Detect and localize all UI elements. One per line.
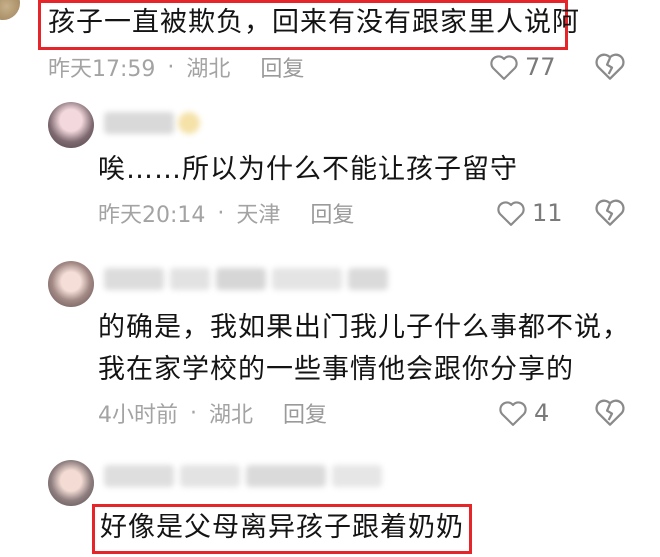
avatar[interactable] xyxy=(48,102,94,148)
comment-2-time: 昨天20:14 xyxy=(98,203,206,228)
comment-1-reply-button[interactable]: 回复 xyxy=(260,51,304,83)
username-blurred[interactable] xyxy=(104,465,382,487)
comment-2-meta: 昨天20:14 · 天津 回复 xyxy=(98,197,354,229)
broken-heart-icon[interactable] xyxy=(594,51,626,81)
username-blurred[interactable] xyxy=(104,268,388,290)
comment-1-text: 孩子一直被欺负，回来有没有跟家里人说阿 xyxy=(48,7,580,38)
comment-2-reply-button[interactable]: 回复 xyxy=(310,197,354,229)
comment-3-like-count: 4 xyxy=(534,399,550,427)
broken-heart-icon[interactable] xyxy=(594,197,626,227)
username-blurred[interactable] xyxy=(104,112,200,134)
comment-2-text: 唉……所以为什么不能让孩子留守 xyxy=(98,154,518,185)
comment-3-like-button[interactable]: 4 xyxy=(498,396,549,430)
heart-icon xyxy=(499,401,527,426)
comment-3-time: 4小时前 xyxy=(98,403,178,428)
comment-3-location: 湖北 xyxy=(209,403,254,428)
heart-icon xyxy=(497,201,525,226)
comment-1-time: 昨天17:59 xyxy=(48,57,156,82)
avatar[interactable] xyxy=(48,460,94,506)
comment-2-like-button[interactable]: 11 xyxy=(496,196,563,230)
comment-3-reply-button[interactable]: 回复 xyxy=(283,397,327,429)
comment-2-location: 天津 xyxy=(236,203,281,228)
comment-2-like-count: 11 xyxy=(532,199,563,227)
broken-heart-icon[interactable] xyxy=(594,397,626,427)
comment-3-text-line-1: 的确是，我如果出门我儿子什么事都不说， xyxy=(98,312,630,343)
comment-1-meta: 昨天17:59 · 湖北 回复 xyxy=(48,51,304,83)
comment-3-meta: 4小时前 · 湖北 回复 xyxy=(98,397,327,429)
avatar[interactable] xyxy=(48,261,94,307)
avatar-partial[interactable] xyxy=(0,0,20,20)
comment-4-text: 好像是父母离异孩子跟着奶奶 xyxy=(100,512,464,543)
comment-1-location: 湖北 xyxy=(186,57,231,82)
comment-1-like-count: 77 xyxy=(525,53,556,81)
comment-1-like-button[interactable]: 77 xyxy=(489,50,556,84)
heart-icon xyxy=(490,55,518,80)
comment-3-text-line-2: 我在家学校的一些事情他会跟你分享的 xyxy=(98,354,574,385)
